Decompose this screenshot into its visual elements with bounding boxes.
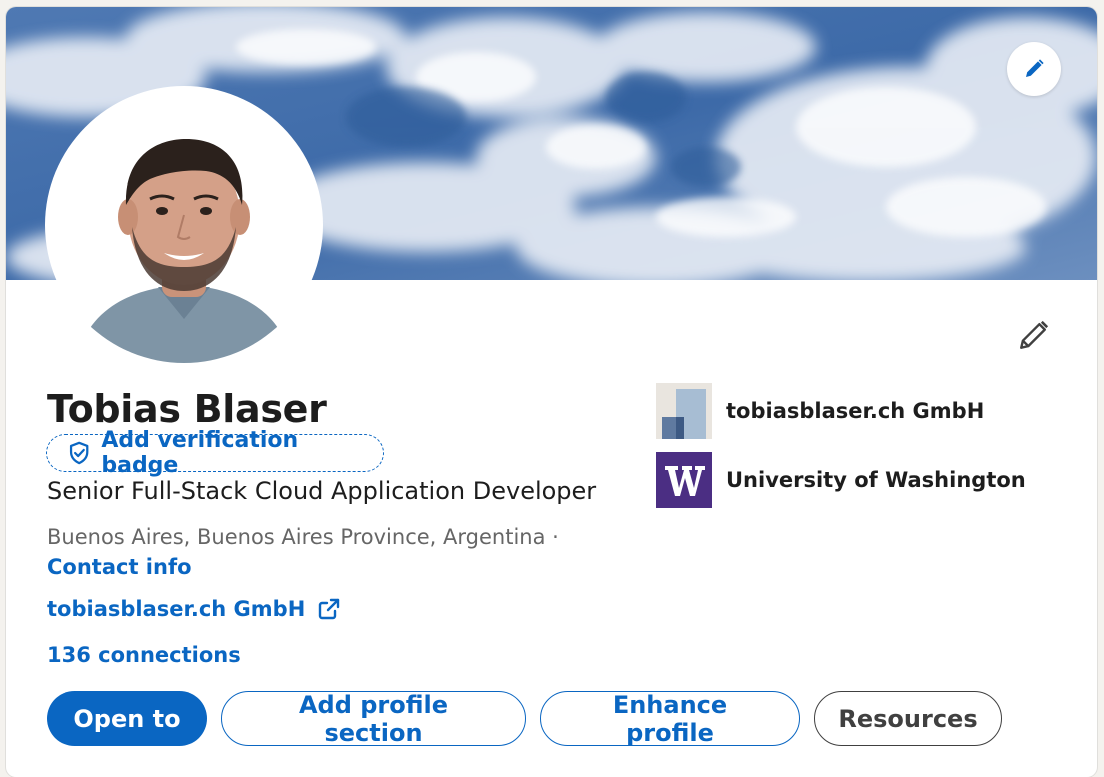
profile-location: Buenos Aires, Buenos Aires Province, Arg… xyxy=(47,525,559,549)
pencil-icon xyxy=(1026,59,1044,77)
org-item-company[interactable]: tobiasblaser.ch GmbH xyxy=(656,383,984,439)
uw-logo-icon xyxy=(656,452,712,508)
org-name: tobiasblaser.ch GmbH xyxy=(726,399,985,423)
shield-check-icon xyxy=(69,441,89,465)
enhance-profile-button[interactable]: Enhance profile xyxy=(540,691,800,747)
website-label: tobiasblaser.ch GmbH xyxy=(47,597,306,621)
add-verification-badge-button[interactable]: Add verification badge xyxy=(46,428,384,478)
pencil-icon xyxy=(1020,320,1049,349)
intro-edit-button[interactable] xyxy=(1014,315,1054,355)
website-link[interactable]: tobiasblaser.ch GmbH xyxy=(47,597,341,621)
org-name: University of Washington xyxy=(726,468,1026,492)
profile-headline: Senior Full-Stack Cloud Application Deve… xyxy=(47,477,597,505)
profile-actions: Open to Add profile section Enhance prof… xyxy=(47,691,1002,747)
add-profile-section-button[interactable]: Add profile section xyxy=(221,691,526,747)
profile-name: Tobias Blaser xyxy=(47,387,327,431)
connections-link[interactable]: 136 connections xyxy=(47,643,241,667)
profile-card: Tobias Blaser Add verification badge Sen… xyxy=(6,7,1097,777)
org-item-university[interactable]: University of Washington xyxy=(656,452,1026,508)
avatar-image xyxy=(46,87,322,363)
contact-info-link[interactable]: Contact info xyxy=(47,555,192,579)
banner-edit-button[interactable] xyxy=(1007,42,1061,96)
resources-button[interactable]: Resources xyxy=(814,691,1002,746)
profile-photo[interactable] xyxy=(46,87,322,363)
open-to-button[interactable]: Open to xyxy=(47,691,207,746)
verification-label: Add verification badge xyxy=(101,428,299,478)
company-logo-icon xyxy=(656,383,712,439)
external-link-icon xyxy=(319,598,340,620)
